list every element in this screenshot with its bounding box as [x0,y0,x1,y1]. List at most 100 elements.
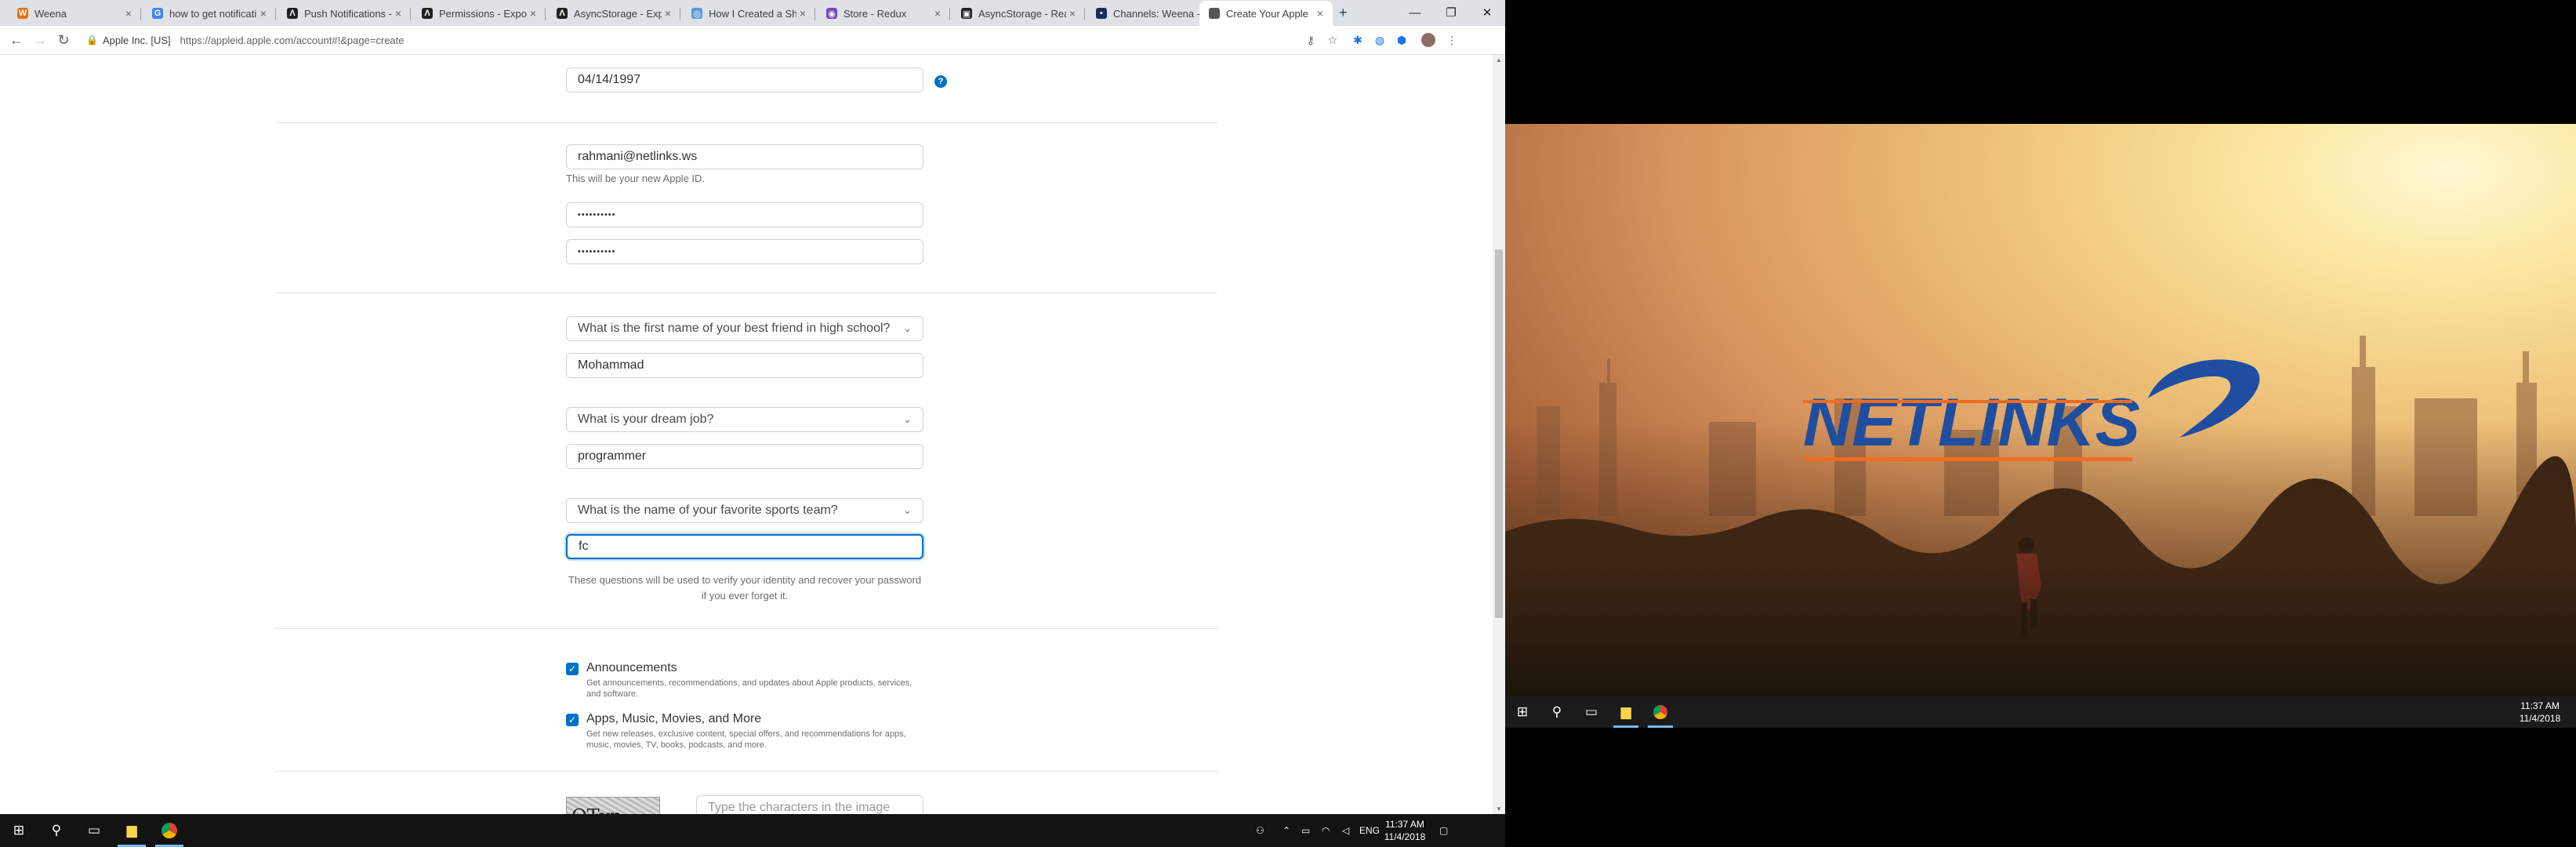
chrome-icon[interactable] [151,814,188,847]
help-icon[interactable]: ? [934,75,947,88]
tab-close-icon[interactable]: × [257,7,270,20]
chevron-down-icon: ⌄ [903,413,912,425]
email-field[interactable]: rahmani@netlinks.ws [566,144,923,169]
clock-time: 11:37 AM [2520,700,2560,711]
security-question-3-select[interactable]: What is the name of your favorite sports… [566,498,923,523]
tab-title: AsyncStorage - Exp [574,7,662,20]
tab-close-icon[interactable]: × [122,7,135,20]
search-icon[interactable]: ⚲ [38,814,75,847]
clock-time: 11:37 AM [1385,819,1424,830]
tab-close-icon[interactable]: × [1066,7,1079,20]
browser-tab[interactable]: Λ Push Notifications - × [278,1,411,26]
netlinks-logo: NETLINKS [1803,359,2260,461]
tab-title: Permissions - Expo [439,7,527,20]
announcements-checkbox[interactable]: ✓ [566,663,579,675]
tab-favicon-icon: G [152,8,163,19]
extension-3-icon[interactable]: ⬢ [1394,32,1410,48]
security-question-3-label: What is the name of your favorite sports… [578,503,838,517]
browser-tab[interactable]: Create Your Apple × [1199,1,1333,26]
tab-title: Weena [34,7,67,20]
close-window-button[interactable]: ✕ [1469,0,1505,25]
tray-overflow-icon[interactable]: ⌃ [1283,814,1290,847]
tab-close-icon[interactable]: × [662,7,674,20]
security-answer-2-field[interactable]: programmer [566,444,923,469]
profile-avatar-icon[interactable] [1420,32,1436,48]
menu-kebab-icon[interactable]: ⋮ [1444,32,1460,48]
tab-favicon-icon: Λ [557,8,568,19]
browser-tab[interactable]: W Weena × [8,1,141,26]
tab-title: How I Created a Sh [709,7,796,20]
tab-close-icon[interactable]: × [796,7,809,20]
password-field[interactable]: •••••••••• [566,202,923,227]
scroll-up-arrow-icon[interactable]: ▲ [1496,56,1502,64]
restore-button[interactable]: ❐ [1433,0,1469,25]
network-icon[interactable]: ◠ [1322,814,1330,847]
key-icon[interactable]: ⚷ [1303,32,1319,48]
extension-icon[interactable]: ✱ [1350,32,1366,48]
address-bar[interactable]: 🔒 Apple Inc. [US] https://appleid.apple.… [86,29,1293,51]
taskbar-clock[interactable]: 11:37 AM 11/4/2018 [1373,818,1436,843]
security-question-2-select[interactable]: What is your dream job? ⌄ [566,407,923,432]
apps-music-checkbox[interactable]: ✓ [566,714,579,726]
action-center-icon[interactable]: ▢ [1439,814,1448,847]
section-divider [274,628,1217,629]
minimize-button[interactable]: — [1397,0,1433,25]
windows-start-icon[interactable]: ⊞ [0,814,38,847]
tab-favicon-icon: ▪ [1096,8,1107,19]
reload-button[interactable]: ↻ [53,30,74,50]
tab-favicon-icon: Λ [287,8,298,19]
desktop-wallpaper: NETLINKS [1505,124,2576,696]
captcha-input[interactable]: Type the characters in the image [696,795,923,814]
people-icon[interactable]: ⚇ [1256,814,1264,847]
bookmark-star-icon[interactable]: ☆ [1325,32,1341,48]
browser-tab[interactable]: ◎ How I Created a Sh × [682,1,815,26]
scrollbar-thumb[interactable] [1495,249,1503,618]
tab-title: Create Your Apple [1226,7,1308,20]
security-answer-1-field[interactable]: Mohammad [566,353,923,378]
tab-title: Store - Redux [844,7,907,20]
security-questions-hint: These questions will be used to verify y… [568,574,922,602]
file-explorer-icon[interactable]: ▆ [113,814,151,847]
page-scrollbar[interactable]: ▲ ▼ [1493,55,1505,814]
tab-favicon-icon: Λ [422,8,433,19]
tab-title: AsyncStorage - Rea [978,7,1066,20]
tab-favicon-icon [1209,8,1220,19]
security-question-1-select[interactable]: What is the first name of your best frie… [566,316,923,341]
task-view-icon[interactable]: ▭ [1574,696,1609,728]
url-text: https://appleid.apple.com/account#!&page… [180,34,405,46]
lock-icon: 🔒 [86,35,98,45]
secondary-taskbar-clock[interactable]: 11:37 AM 11/4/2018 [2509,700,2571,725]
tab-close-icon[interactable]: × [527,7,539,20]
forward-button[interactable]: → [30,30,50,50]
new-tab-button[interactable]: + [1339,5,1348,21]
back-button[interactable]: ← [6,30,27,50]
confirm-password-field[interactable]: •••••••••• [566,239,923,264]
browser-tab[interactable]: Λ Permissions - Expo × [412,1,546,26]
browser-tab-strip: W Weena × Ghow to get notificati × Λ Push Noti… [0,0,1505,26]
birthday-field[interactable]: 04/14/1997 [566,67,923,93]
apple-id-create-page: 04/14/1997 ? rahmani@netlinks.ws This wi… [0,55,1493,814]
section-divider [274,771,1217,772]
browser-tab[interactable]: ▣ AsyncStorage - Rea × [952,1,1085,26]
tab-title: Push Notifications - [304,7,392,20]
tab-close-icon[interactable]: × [392,7,405,20]
browser-tab[interactable]: Λ AsyncStorage - Exp × [547,1,680,26]
scroll-down-arrow-icon[interactable]: ▼ [1496,805,1502,812]
volume-icon[interactable]: ◁ [1342,814,1349,847]
file-explorer-icon[interactable]: ▆ [1609,696,1643,728]
browser-toolbar: ← → ↻ 🔒 Apple Inc. [US] https://appleid.… [0,26,1505,55]
windows-start-icon[interactable]: ⊞ [1505,696,1540,728]
task-view-icon[interactable]: ▭ [75,814,113,847]
tab-title: Channels: Weena - [1113,7,1201,20]
search-icon[interactable]: ⚲ [1540,696,1574,728]
extension-2-icon[interactable]: ◍ [1372,32,1388,48]
tab-favicon-icon: ◎ [691,8,702,19]
security-answer-3-field[interactable]: fc [566,534,923,559]
battery-icon[interactable]: ▭ [1301,814,1310,847]
browser-tab[interactable]: Ghow to get notificati × [143,1,276,26]
chrome-icon[interactable] [1643,696,1678,728]
tab-close-icon[interactable]: × [931,7,944,20]
site-identity: Apple Inc. [US] [102,34,171,46]
tab-close-icon[interactable]: × [1314,7,1326,20]
browser-tab[interactable]: ◉ Store - Redux × [817,1,950,26]
